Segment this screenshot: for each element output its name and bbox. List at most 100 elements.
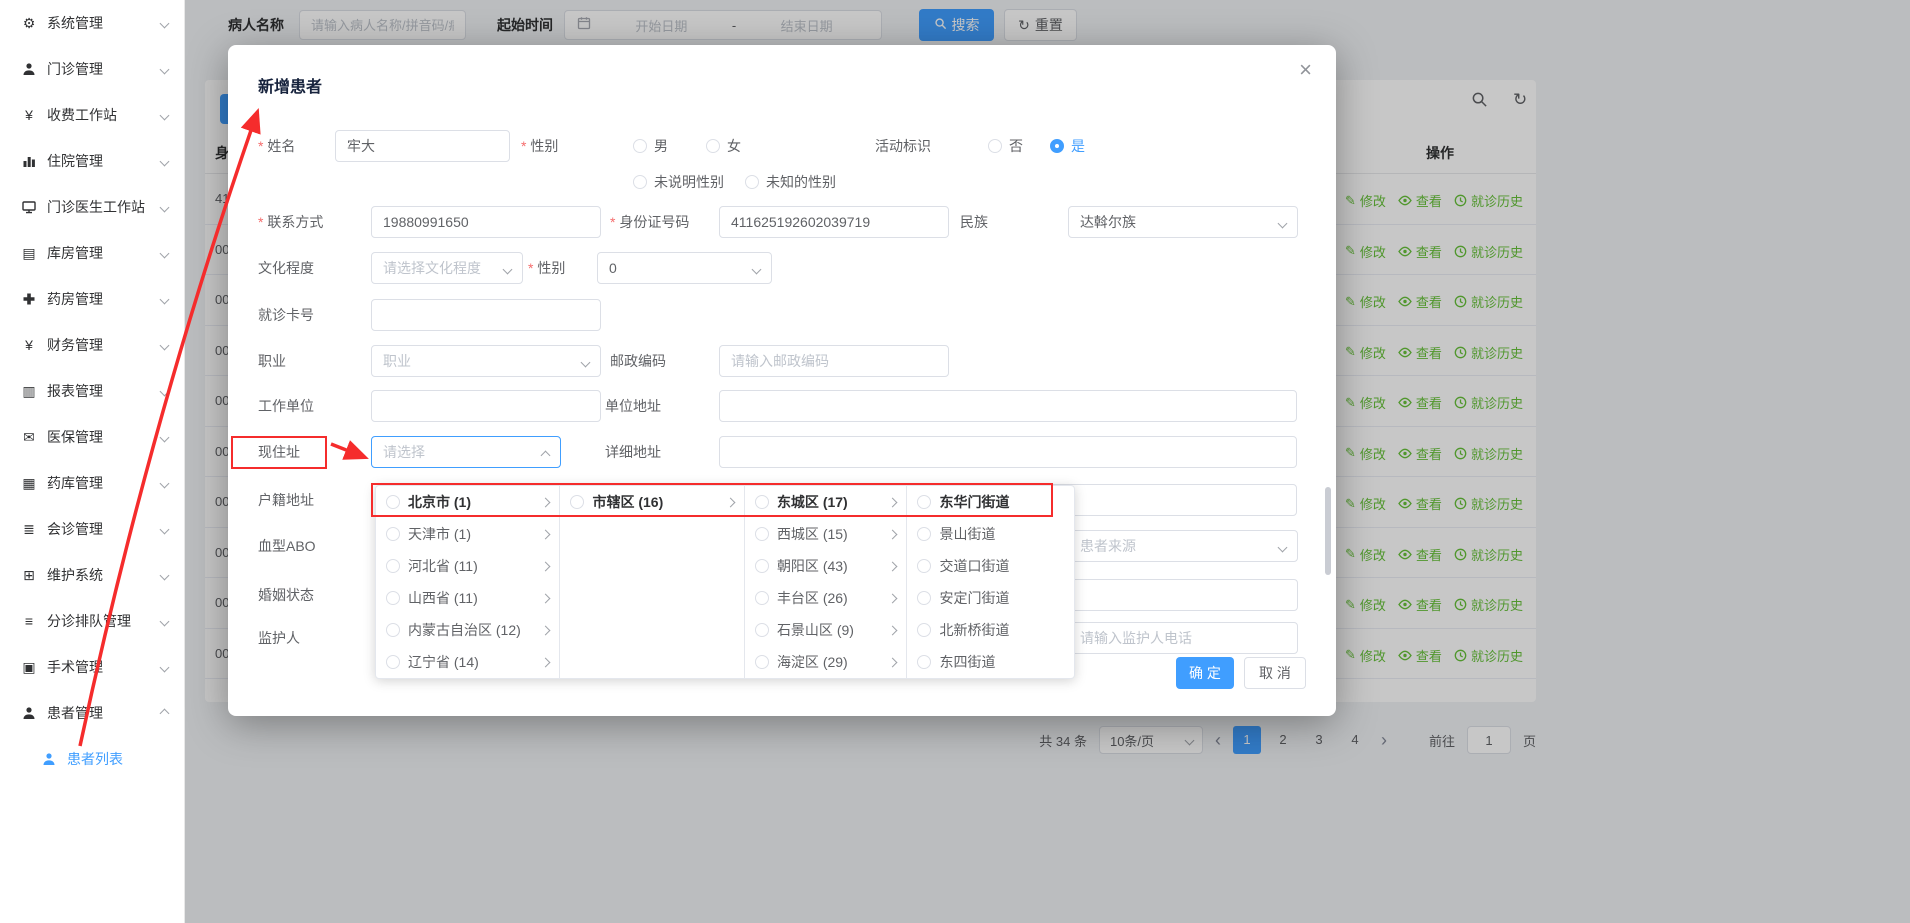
cascader-option[interactable]: 山西省 (11) xyxy=(376,582,559,614)
sidebar-item-label: 住院管理 xyxy=(47,151,161,171)
sidebar-item-label: 会诊管理 xyxy=(47,519,161,539)
square-icon: ▣ xyxy=(20,659,38,676)
sidebar-item-drug-storage-management[interactable]: ▦ 药库管理 xyxy=(0,460,184,506)
add-patient-modal: 新增患者 × 姓名 性别 男 女 活动标识 否 是 未说明性别 未知的性别 联系… xyxy=(228,45,1336,716)
postal-code-label: 邮政编码 xyxy=(610,345,666,377)
cascader-city-column: 市辖区 (16) xyxy=(560,486,744,678)
name-input[interactable] xyxy=(335,130,510,162)
cascader-option[interactable]: 景山街道 xyxy=(907,518,1074,550)
sidebar-item-triage-queue-management[interactable]: ≡ 分诊排队管理 xyxy=(0,598,184,644)
sidebar-item-outpatient-management[interactable]: 门诊管理 xyxy=(0,46,184,92)
current-address-label: 现住址 xyxy=(258,436,300,468)
chevron-up-icon xyxy=(541,451,551,461)
chevron-down-icon xyxy=(160,202,170,212)
cascader-option[interactable]: 辽宁省 (14) xyxy=(376,646,559,678)
sidebar-item-consultation-management[interactable]: ≣ 会诊管理 xyxy=(0,506,184,552)
chevron-right-icon xyxy=(541,625,551,635)
sidebar-item-label: 分诊排队管理 xyxy=(47,611,161,631)
detail-address-input[interactable] xyxy=(719,436,1297,468)
patient-source-select[interactable]: 患者来源 xyxy=(1068,530,1298,562)
cascader-district-column: 东城区 (17) 西城区 (15) 朝阳区 (43) 丰台 xyxy=(745,486,908,678)
cascader-option[interactable]: 内蒙古自治区 (12) xyxy=(376,614,559,646)
sidebar-item-patient-list[interactable]: 患者列表 xyxy=(0,736,184,782)
sidebar-item-maintenance-system[interactable]: ⊞ 维护系统 xyxy=(0,552,184,598)
chevron-down-icon xyxy=(160,294,170,304)
monitor-icon xyxy=(20,200,38,214)
marital-row-input[interactable] xyxy=(1068,579,1298,611)
id-number-input[interactable] xyxy=(719,206,949,238)
confirm-button[interactable]: 确 定 xyxy=(1176,657,1234,689)
work-unit-input[interactable] xyxy=(371,390,601,422)
postal-code-input[interactable] xyxy=(719,345,949,377)
sidebar-item-finance-management[interactable]: ¥ 财务管理 xyxy=(0,322,184,368)
cancel-button[interactable]: 取 消 xyxy=(1244,657,1306,689)
gender-female-radio[interactable]: 女 xyxy=(706,130,741,162)
radio-icon xyxy=(755,623,769,637)
sidebar-item-report-management[interactable]: ▥ 报表管理 xyxy=(0,368,184,414)
unit-address-input[interactable] xyxy=(719,390,1297,422)
cascader-option[interactable]: 交道口街道 xyxy=(907,550,1074,582)
radio-icon xyxy=(755,527,769,541)
sidebar-item-billing-workstation[interactable]: ¥ 收费工作站 xyxy=(0,92,184,138)
gender-unknown-radio[interactable]: 未知的性别 xyxy=(745,166,836,198)
active-flag-yes-radio[interactable]: 是 xyxy=(1050,130,1085,162)
sidebar-item-label: 患者列表 xyxy=(67,749,168,769)
chevron-down-icon xyxy=(752,265,762,275)
guardian-phone-input[interactable] xyxy=(1068,622,1298,654)
cascader-option[interactable]: 北京市 (1) xyxy=(376,486,559,518)
cascader-option[interactable]: 丰台区 (26) xyxy=(745,582,907,614)
chevron-down-icon xyxy=(160,524,170,534)
gender2-select[interactable]: 0 xyxy=(597,252,772,284)
cascader-option[interactable]: 西城区 (15) xyxy=(745,518,907,550)
sidebar-item-warehouse-management[interactable]: ▤ 库房管理 xyxy=(0,230,184,276)
close-icon[interactable]: × xyxy=(1299,59,1312,81)
radio-icon xyxy=(386,527,400,541)
contact-input[interactable] xyxy=(371,206,601,238)
cascader-option[interactable]: 安定门街道 xyxy=(907,582,1074,614)
cascader-street-column: 东华门街道 景山街道 交道口街道 安定门街道 xyxy=(907,486,1074,678)
occupation-select[interactable]: 职业 xyxy=(371,345,601,377)
sidebar-item-patient-management[interactable]: 患者管理 xyxy=(0,690,184,736)
sidebar-item-label: 维护系统 xyxy=(47,565,161,585)
education-select[interactable]: 请选择文化程度 xyxy=(371,252,523,284)
gender-male-radio[interactable]: 男 xyxy=(633,130,668,162)
work-unit-label: 工作单位 xyxy=(258,390,314,422)
visit-card-input[interactable] xyxy=(371,299,601,331)
sidebar: ⚙ 系统管理 门诊管理 ¥ 收费工作站 住院管理 门诊医生工作站 ▤ 库房管理 … xyxy=(0,0,185,923)
active-flag-no-radio[interactable]: 否 xyxy=(988,130,1023,162)
person-icon xyxy=(40,752,58,766)
blood-type-label: 血型ABO xyxy=(258,530,316,562)
radio-icon xyxy=(386,655,400,669)
cascader-option[interactable]: 河北省 (11) xyxy=(376,550,559,582)
sidebar-item-surgery-management[interactable]: ▣ 手术管理 xyxy=(0,644,184,690)
radio-icon xyxy=(917,655,931,669)
cascader-option[interactable]: 北新桥街道 xyxy=(907,614,1074,646)
sidebar-item-pharmacy-management[interactable]: 药房管理 xyxy=(0,276,184,322)
sidebar-item-system-management[interactable]: ⚙ 系统管理 xyxy=(0,0,184,46)
cascader-option[interactable]: 石景山区 (9) xyxy=(745,614,907,646)
chevron-right-icon xyxy=(541,529,551,539)
radio-icon xyxy=(755,655,769,669)
sidebar-item-inpatient-management[interactable]: 住院管理 xyxy=(0,138,184,184)
cascader-option[interactable]: 天津市 (1) xyxy=(376,518,559,550)
chevron-right-icon xyxy=(888,657,898,667)
sidebar-item-outpatient-doctor-workstation[interactable]: 门诊医生工作站 xyxy=(0,184,184,230)
chevron-right-icon xyxy=(888,593,898,603)
cascader-option[interactable]: 朝阳区 (43) xyxy=(745,550,907,582)
current-address-select[interactable]: 请选择 xyxy=(371,436,561,468)
ethnicity-select[interactable]: 达斡尔族 xyxy=(1068,206,1298,238)
gender-unspecified-radio[interactable]: 未说明性别 xyxy=(633,166,724,198)
cascader-option[interactable]: 市辖区 (16) xyxy=(560,486,743,518)
cascader-option[interactable]: 海淀区 (29) xyxy=(745,646,907,678)
cascader-option[interactable]: 东华门街道 xyxy=(907,486,1074,518)
cascader-option[interactable]: 东四街道 xyxy=(907,646,1074,678)
modal-scrollbar[interactable] xyxy=(1325,487,1331,575)
sidebar-item-label: 手术管理 xyxy=(47,657,161,677)
gender-label: 性别 xyxy=(521,130,558,162)
sidebar-item-medical-insurance-management[interactable]: ✉ 医保管理 xyxy=(0,414,184,460)
cascader-option[interactable]: 东城区 (17) xyxy=(745,486,907,518)
radio-icon xyxy=(386,591,400,605)
modal-title: 新增患者 xyxy=(258,73,322,97)
radio-icon xyxy=(917,591,931,605)
chevron-down-icon xyxy=(160,386,170,396)
